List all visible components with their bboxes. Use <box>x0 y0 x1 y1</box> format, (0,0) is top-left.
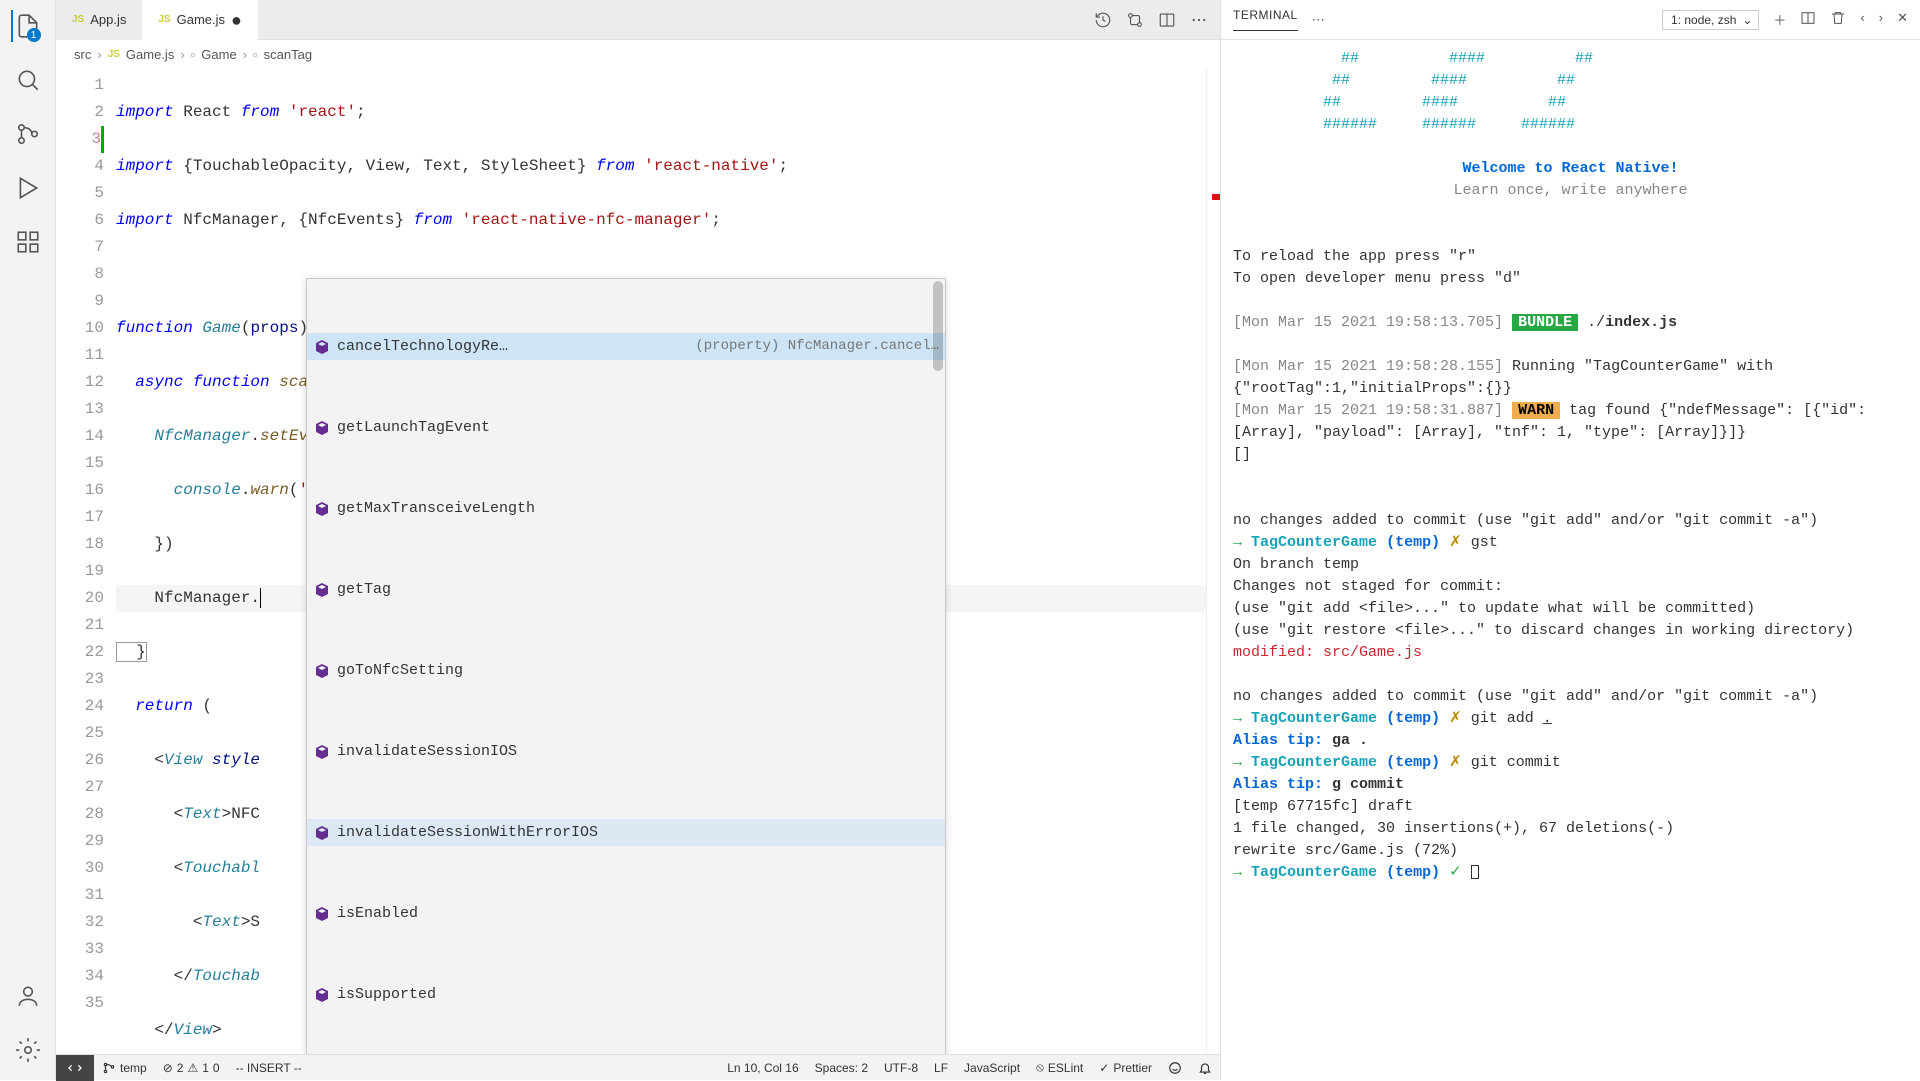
new-terminal-icon[interactable]: ＋ <box>1773 10 1786 29</box>
terminal-tab[interactable]: TERMINAL <box>1233 8 1298 31</box>
vim-mode: -- INSERT -- <box>228 1061 310 1075</box>
suggest-scrollbar[interactable] <box>933 281 943 371</box>
js-icon: JS <box>72 14 84 25</box>
tab-app-js[interactable]: JS App.js <box>56 0 142 40</box>
eslint[interactable]: ⦸ ESLint <box>1028 1060 1091 1075</box>
suggest-item[interactable]: goToNfcSetting <box>307 657 945 684</box>
suggest-item[interactable]: getLaunchTagEvent <box>307 414 945 441</box>
minimap[interactable] <box>1206 68 1220 1054</box>
tab-label: App.js <box>90 12 126 27</box>
autocomplete-popup[interactable]: cancelTechnologyRe…(property) NfcManager… <box>306 278 946 1054</box>
explorer-icon[interactable]: 1 <box>11 10 43 42</box>
timeline-icon[interactable] <box>1094 11 1112 29</box>
split-terminal-icon[interactable] <box>1800 10 1816 29</box>
breadcrumb-item[interactable]: Game <box>201 47 236 62</box>
terminal-output[interactable]: ## #### ## ## #### ## ## #### ## ###### … <box>1221 40 1920 1080</box>
line-gutter: 1234567891011121314151617181920212223242… <box>56 68 116 1054</box>
suggest-item[interactable]: getMaxTransceiveLength <box>307 495 945 522</box>
diff-icon[interactable] <box>1126 11 1144 29</box>
suggest-item[interactable]: invalidateSessionWithErrorIOS <box>307 819 945 846</box>
code-editor[interactable]: 1234567891011121314151617181920212223242… <box>56 68 1220 1054</box>
js-icon: JS <box>158 14 170 25</box>
search-icon[interactable] <box>12 64 44 96</box>
tab-game-js[interactable]: JSGame.js● <box>142 0 258 40</box>
breadcrumb-item[interactable]: scanTag <box>264 47 312 62</box>
suggest-item[interactable]: isSupported <box>307 981 945 1008</box>
editor-tabs: JSApp.js JSGame.js● <box>56 0 1220 40</box>
status-bar: temp ⊘2 ⚠1 0 -- INSERT -- Ln 10, Col 16 … <box>56 1054 1220 1080</box>
source-control-icon[interactable] <box>12 118 44 150</box>
more-icon[interactable] <box>1190 11 1208 29</box>
suggest-item[interactable]: invalidateSessionIOS <box>307 738 945 765</box>
kill-terminal-icon[interactable] <box>1830 10 1846 29</box>
breadcrumb-item[interactable]: Game.js <box>126 47 174 62</box>
git-branch[interactable]: temp <box>94 1061 155 1075</box>
breadcrumb-item[interactable]: src <box>74 47 91 62</box>
remote-icon[interactable] <box>56 1055 94 1081</box>
encoding[interactable]: UTF-8 <box>876 1061 926 1075</box>
cursor-position[interactable]: Ln 10, Col 16 <box>719 1061 806 1075</box>
bell-icon[interactable] <box>1190 1061 1220 1075</box>
code-area[interactable]: import React from 'react'; import {Touch… <box>116 68 1206 1054</box>
method-icon <box>313 338 331 356</box>
next-terminal-icon[interactable]: › <box>1879 10 1883 29</box>
debug-icon[interactable] <box>12 172 44 204</box>
activity-bar: 1 <box>0 0 56 1080</box>
breadcrumb[interactable]: src› JS Game.js› ▫Game› ▫scanTag <box>56 40 1220 68</box>
suggest-item[interactable]: cancelTechnologyRe…(property) NfcManager… <box>307 333 945 360</box>
feedback-icon[interactable] <box>1160 1061 1190 1075</box>
suggest-item[interactable]: getTag <box>307 576 945 603</box>
prettier[interactable]: ✓ Prettier <box>1091 1061 1160 1075</box>
tab-label: Game.js <box>177 12 225 27</box>
split-editor-icon[interactable] <box>1158 11 1176 29</box>
indent[interactable]: Spaces: 2 <box>807 1061 876 1075</box>
terminal-panel: TERMINAL ⋯ 1: node, zsh ⌄ ＋ ‹ › ✕ ## ###… <box>1220 0 1920 1080</box>
suggest-item[interactable]: isEnabled <box>307 900 945 927</box>
terminal-selector[interactable]: 1: node, zsh ⌄ <box>1662 10 1759 30</box>
chevron-down-icon: ⌄ <box>1742 13 1752 27</box>
close-panel-icon[interactable]: ✕ <box>1897 10 1908 29</box>
explorer-badge: 1 <box>27 28 41 42</box>
account-icon[interactable] <box>12 980 44 1012</box>
eol[interactable]: LF <box>926 1061 956 1075</box>
language-mode[interactable]: JavaScript <box>956 1061 1028 1075</box>
settings-icon[interactable] <box>12 1034 44 1066</box>
problems[interactable]: ⊘2 ⚠1 0 <box>155 1061 228 1075</box>
js-icon: JS <box>108 49 120 60</box>
prev-terminal-icon[interactable]: ‹ <box>1860 10 1864 29</box>
extensions-icon[interactable] <box>12 226 44 258</box>
more-icon[interactable]: ⋯ <box>1312 12 1325 28</box>
